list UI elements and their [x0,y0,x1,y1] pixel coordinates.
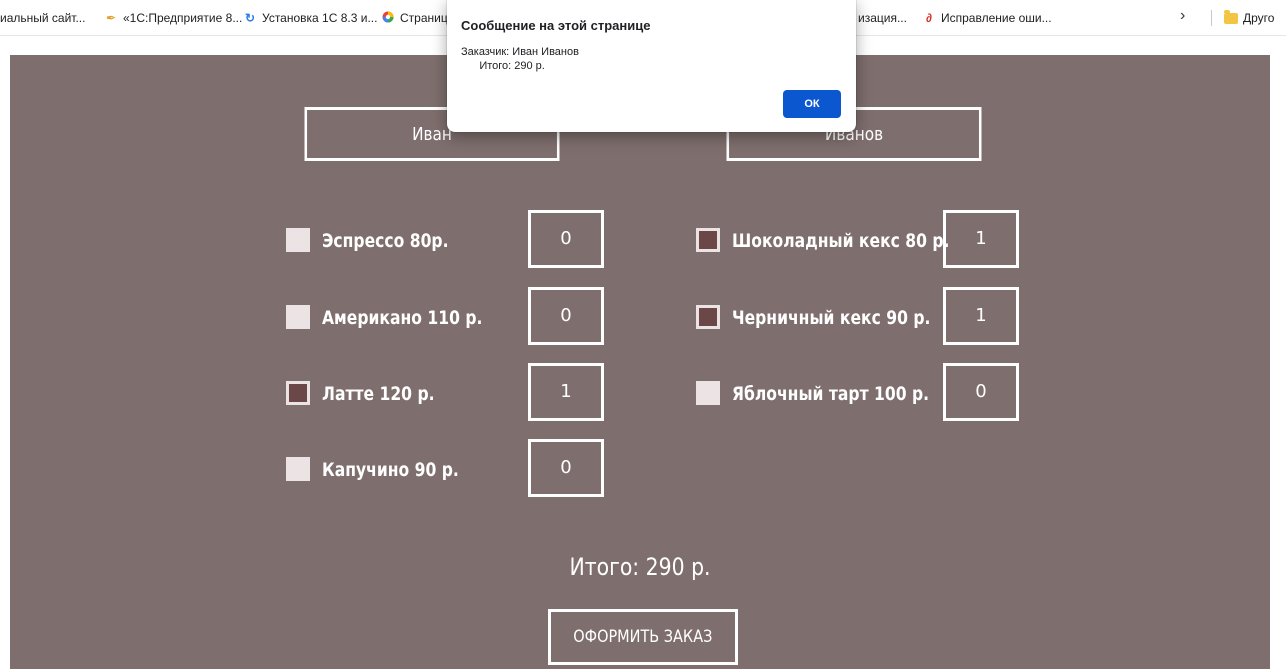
item-label: Латте 120 р. [322,383,435,405]
menu-item: Эспрессо 80р. 0 [286,210,606,272]
quantity-input[interactable]: 1 [528,363,604,421]
menu-item: Капучино 90 р. 0 [286,439,606,501]
bookmark-item[interactable]: иальный сайт... [0,9,85,27]
quantity-input[interactable]: 1 [943,287,1019,345]
quantity-input[interactable]: 0 [528,439,604,497]
item-label: Шоколадный кекс 80 р. [732,230,950,252]
item-label: Американо 110 р. [322,307,483,329]
quantity-input[interactable]: 0 [528,210,604,268]
1c-logo-icon: ✒ [105,11,117,25]
menu-item: Черничный кекс 90 р. 1 [696,287,1026,349]
place-order-button[interactable]: ОФОРМИТЬ ЗАКАЗ [548,609,738,665]
quantity-input[interactable]: 1 [943,210,1019,268]
item-checkbox[interactable] [286,305,310,329]
folder-icon [1224,9,1238,24]
colorful-logo-icon [381,11,395,25]
dialog-title: Сообщение на этой странице [461,18,651,33]
alert-dialog: Сообщение на этой странице Заказчик: Ива… [447,0,856,132]
chevron-right-icon[interactable]: › [1180,7,1185,25]
item-checkbox[interactable] [286,457,310,481]
bookmark-item[interactable]: изация... [858,9,907,27]
item-checkbox[interactable] [286,228,310,252]
bookmark-item[interactable]: ↻ Установка 1С 8.3 и... [243,9,377,27]
menu-item: Яблочный тарт 100 р. 0 [696,363,1026,425]
bookmark-label: Страниц [400,11,448,25]
other-bookmarks-folder[interactable]: Друго [1224,9,1274,27]
order-page: Иван Иванов Эспрессо 80р. 0 Американо 11… [10,55,1270,669]
bookmarks-divider [1211,10,1212,26]
dialog-message: Заказчик: Иван Иванов Итого: 290 р. [461,46,579,72]
dialog-ok-button[interactable]: ОК [783,90,841,118]
paperclip-icon: ∂ [926,11,932,25]
bookmark-item[interactable]: ✒ «1С:Предприятие 8... [104,9,242,27]
bookmark-item[interactable]: Страниц [381,9,448,27]
bookmark-label: Исправление оши... [941,11,1052,25]
item-label: Черничный кекс 90 р. [732,307,931,329]
quantity-input[interactable]: 0 [528,287,604,345]
item-checkbox[interactable] [696,305,720,329]
menu-item: Американо 110 р. 0 [286,287,606,349]
item-checkbox[interactable] [696,381,720,405]
refresh-c-icon: ↻ [244,11,256,25]
other-bookmarks-label: Друго [1243,11,1275,25]
item-label: Яблочный тарт 100 р. [732,383,930,405]
bookmark-label: изация... [858,11,907,25]
item-checkbox[interactable] [696,228,720,252]
bookmark-label: «1С:Предприятие 8... [123,11,243,25]
menu-item: Латте 120 р. 1 [286,363,606,425]
item-label: Капучино 90 р. [322,459,459,481]
quantity-input[interactable]: 0 [943,363,1019,421]
order-total: Итого: 290 р. [569,553,711,581]
item-checkbox[interactable] [286,381,310,405]
bookmark-label: иальный сайт... [0,11,86,25]
bookmark-item[interactable]: ∂ Исправление оши... [922,9,1052,27]
menu-item: Шоколадный кекс 80 р. 1 [696,210,1026,272]
bookmark-label: Установка 1С 8.3 и... [262,11,378,25]
place-order-label: ОФОРМИТЬ ЗАКАЗ [573,627,713,647]
item-label: Эспрессо 80р. [322,230,449,252]
